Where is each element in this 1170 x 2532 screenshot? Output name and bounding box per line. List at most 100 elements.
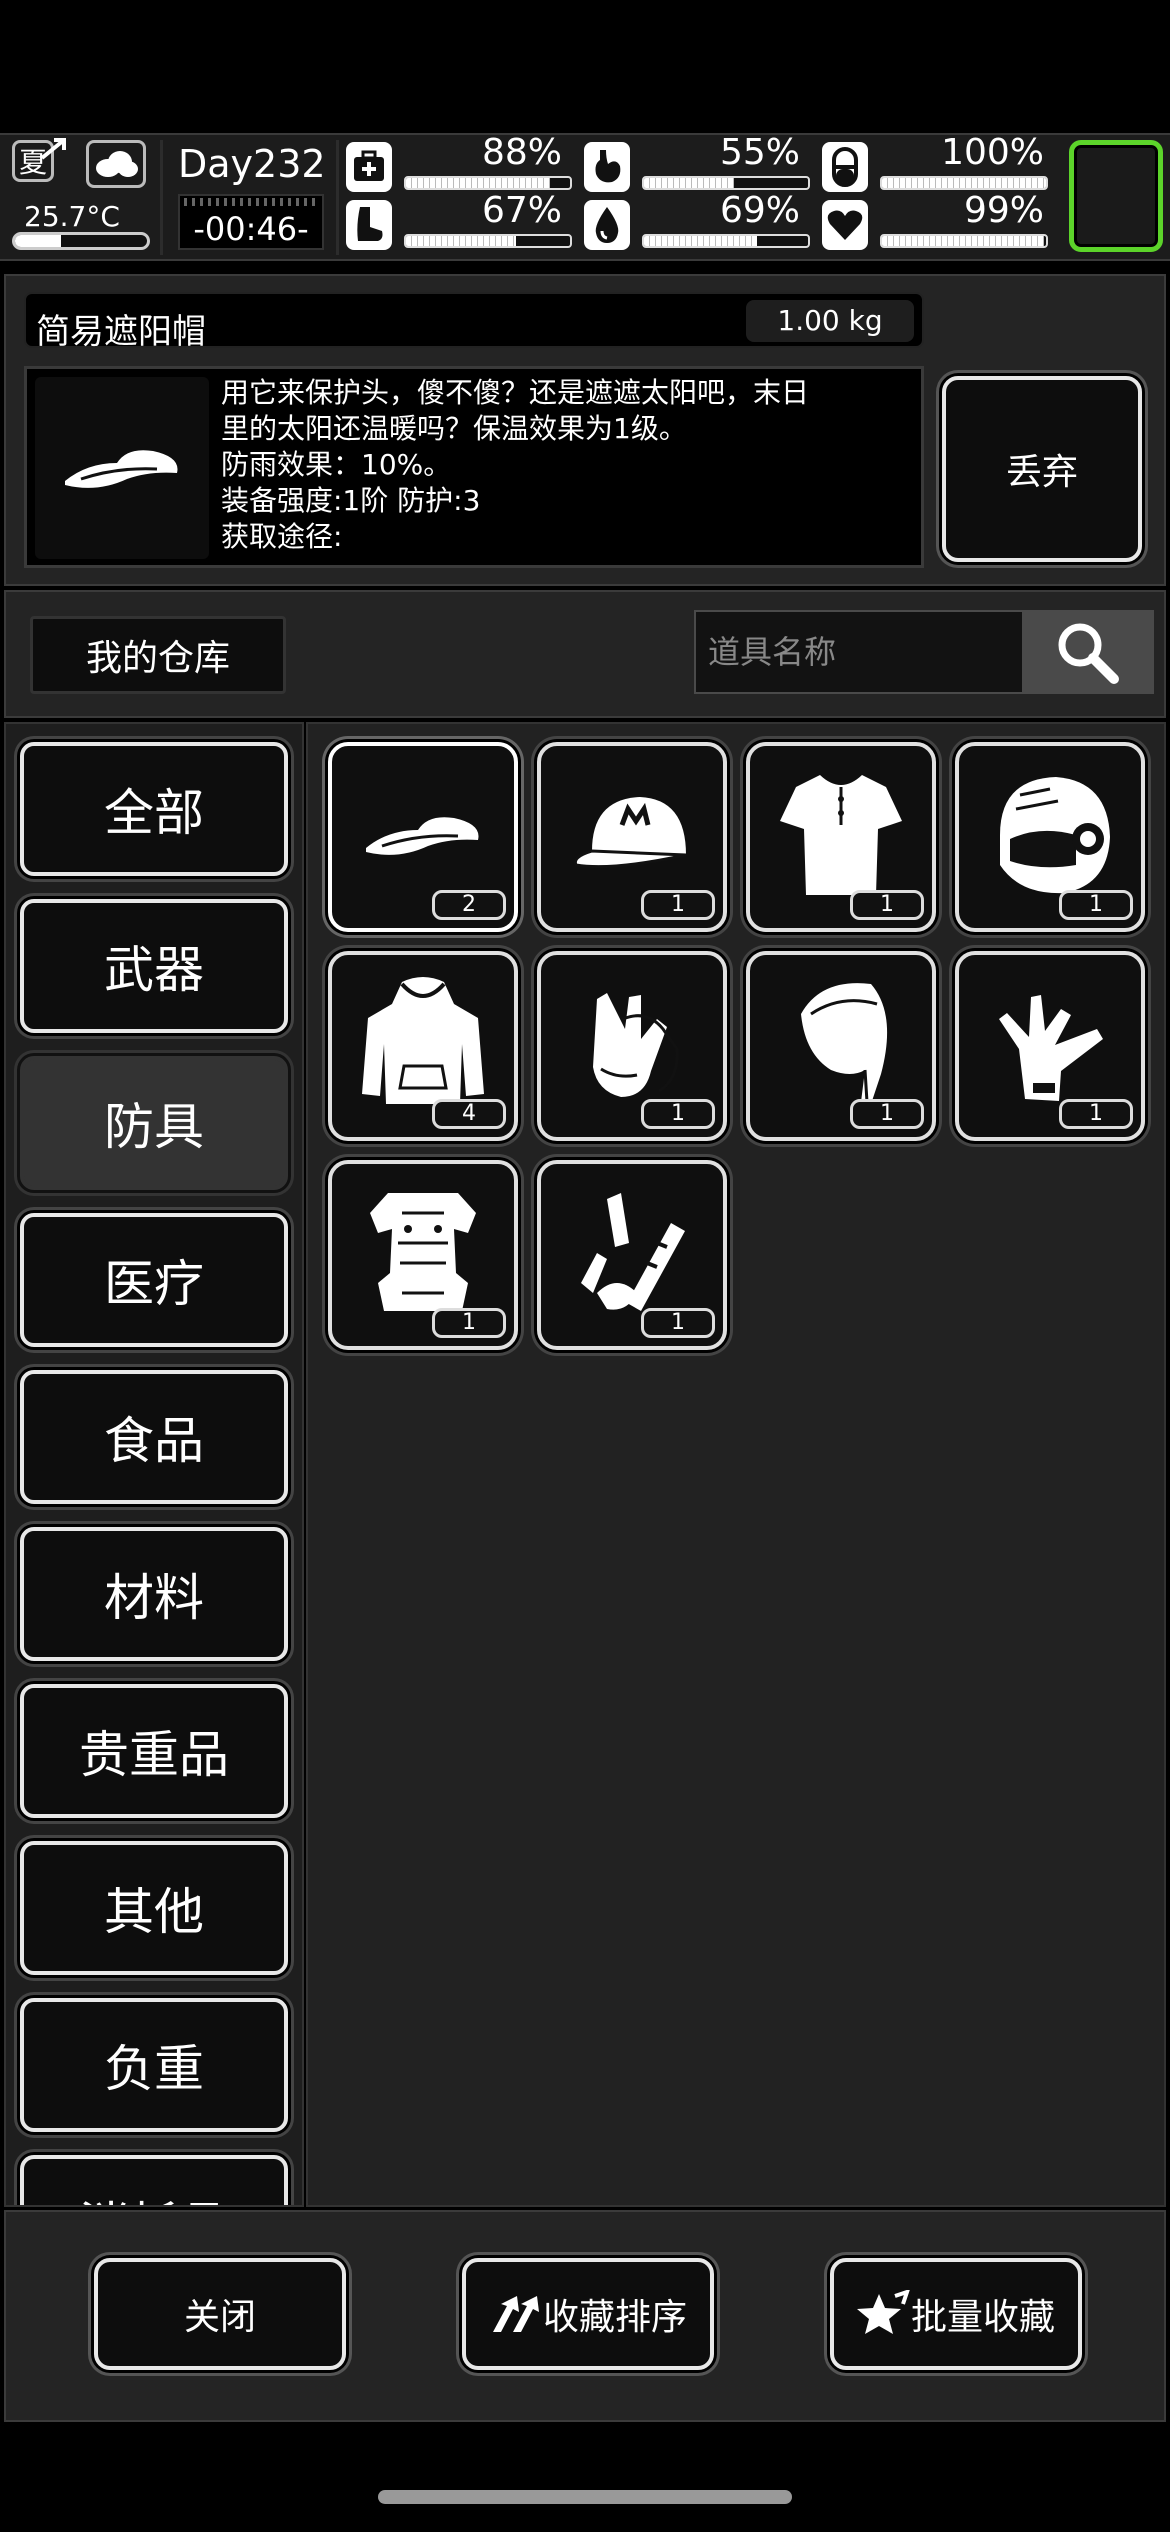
item-slot[interactable]: 1: [746, 951, 936, 1141]
item-count-badge: 4: [432, 1099, 506, 1129]
stamina-bar: [404, 234, 572, 248]
gloves-icon: [567, 979, 697, 1113]
bottom-bar: 关闭 收藏排序 批量收藏: [4, 2210, 1166, 2422]
pill-icon: [822, 142, 868, 192]
item-count-badge: 1: [850, 1099, 924, 1129]
item-count-badge: 2: [432, 890, 506, 920]
batch-favorite-button[interactable]: 批量收藏: [830, 2258, 1082, 2370]
item-name: 简易遮阳帽: [36, 312, 206, 352]
item-description-box: 用它来保护头，傻不傻？还是遮遮太阳吧，末日 里的太阳还温暖吗？保温效果为1级。 防雨…: [24, 366, 924, 568]
category-6[interactable]: 贵重品: [20, 1684, 288, 1818]
glove-icon: [985, 979, 1115, 1113]
category-4[interactable]: 食品: [20, 1370, 288, 1504]
description-line: 防雨效果：10%。: [221, 448, 452, 481]
category-5[interactable]: 材料: [20, 1527, 288, 1661]
home-indicator[interactable]: [378, 2490, 792, 2504]
category-1[interactable]: 武器: [20, 899, 288, 1033]
category-2[interactable]: 防具: [20, 1056, 288, 1190]
item-count-badge: 1: [850, 890, 924, 920]
item-description: 用它来保护头，傻不傻？还是遮遮太阳吧，末日 里的太阳还温暖吗？保温效果为1级。 防雨…: [221, 375, 921, 555]
medkit-icon: [346, 142, 392, 192]
category-list: 全部武器防具医疗食品材料贵重品其他负重消耗品: [4, 722, 304, 2207]
hunger-bar: [642, 176, 810, 190]
category-8[interactable]: 负重: [20, 1998, 288, 2132]
hunger-percent: 55%: [719, 132, 800, 173]
item-thumbnail: [35, 377, 209, 559]
mood-bar: [880, 234, 1048, 248]
item-count-badge: 1: [1059, 1099, 1133, 1129]
cloud-icon: [96, 151, 138, 177]
character-portrait-button[interactable]: [1069, 140, 1163, 252]
item-count-badge: 1: [432, 1308, 506, 1338]
hoodie-icon: [358, 974, 488, 1118]
time-text: -00:46-: [193, 210, 309, 248]
favorite-sort-button[interactable]: 收藏排序: [462, 2258, 714, 2370]
category-3[interactable]: 医疗: [20, 1213, 288, 1347]
item-slot[interactable]: 1: [955, 742, 1145, 932]
temperature-bar: [12, 232, 150, 250]
item-count-badge: 1: [641, 890, 715, 920]
my-warehouse-button[interactable]: 我的仓库: [30, 616, 286, 694]
item-grid: 2 1 1 1 4 1 1 1 1 1: [306, 722, 1166, 2207]
description-line: 用它来保护头，傻不傻？还是遮遮太阳吧，末日: [221, 376, 810, 409]
swap-arrows-icon: [492, 2296, 539, 2332]
search-icon: [1058, 623, 1119, 684]
search-button[interactable]: [1022, 612, 1152, 692]
helmet-icon: [980, 765, 1120, 909]
item-slot[interactable]: 1: [328, 1160, 518, 1350]
visor-icon: [65, 450, 178, 488]
batch-favorite-label: 批量收藏: [910, 2297, 1055, 2338]
description-line: 装备强度:1阶 防护:3: [221, 484, 481, 517]
hood-icon: [781, 974, 901, 1118]
category-0[interactable]: 全部: [20, 742, 288, 876]
discard-label: 丢弃: [1005, 452, 1078, 493]
item-count-badge: 1: [1059, 890, 1133, 920]
my-warehouse-label: 我的仓库: [85, 638, 230, 679]
arm-guard-icon: [567, 1183, 697, 1327]
item-slot[interactable]: 1: [537, 951, 727, 1141]
item-name-bar: 简易遮阳帽 1.00 kg: [24, 292, 924, 352]
item-slot[interactable]: 2: [328, 742, 518, 932]
close-button[interactable]: 关闭: [94, 2258, 346, 2370]
warehouse-bar: 我的仓库: [4, 590, 1166, 718]
foot-icon: [346, 200, 392, 250]
item-slot[interactable]: 1: [537, 742, 727, 932]
close-label: 关闭: [183, 2297, 256, 2338]
search-input[interactable]: [700, 612, 1018, 692]
visor-icon: [358, 800, 488, 874]
shirt-icon: [776, 765, 906, 909]
star-icon: [856, 2290, 910, 2334]
category-7[interactable]: 其他: [20, 1841, 288, 1975]
discard-button[interactable]: 丢弃: [942, 376, 1142, 562]
item-detail-panel: 简易遮阳帽 1.00 kg 用它来保护头，傻不傻？还是遮遮太阳吧，末日 里的太阳还…: [4, 274, 1166, 586]
body-armor-icon: [358, 1183, 488, 1327]
item-count-badge: 1: [641, 1308, 715, 1338]
search-bar: [694, 610, 1154, 694]
day-counter: Day232: [178, 142, 326, 186]
stamina-percent: 67%: [481, 190, 562, 231]
water-drop-icon: [584, 200, 630, 250]
energy-bar: [880, 176, 1048, 190]
item-count-badge: 1: [641, 1099, 715, 1129]
stomach-icon: [584, 142, 630, 192]
item-slot[interactable]: 1: [955, 951, 1145, 1141]
energy-percent: 100%: [941, 132, 1044, 173]
description-line: 里的太阳还温暖吗？保温效果为1级。: [221, 412, 687, 445]
sun-arrow-icon: [38, 136, 74, 162]
heart-icon: [822, 200, 868, 250]
item-slot[interactable]: 1: [746, 742, 936, 932]
item-weight: 1.00 kg: [746, 300, 914, 342]
temperature-text: 25.7°C: [24, 200, 120, 233]
time-display: -00:46-: [178, 194, 324, 250]
cap-icon: [562, 785, 702, 889]
weather-badge: [86, 140, 146, 188]
item-slot[interactable]: 1: [537, 1160, 727, 1350]
description-line: 获取途径:: [221, 520, 343, 553]
category-9[interactable]: 消耗品: [20, 2155, 288, 2205]
item-slot[interactable]: 4: [328, 951, 518, 1141]
health-bar: [404, 176, 572, 190]
mood-percent: 99%: [963, 190, 1044, 231]
thirst-percent: 69%: [719, 190, 800, 231]
thirst-bar: [642, 234, 810, 248]
health-percent: 88%: [481, 132, 562, 173]
